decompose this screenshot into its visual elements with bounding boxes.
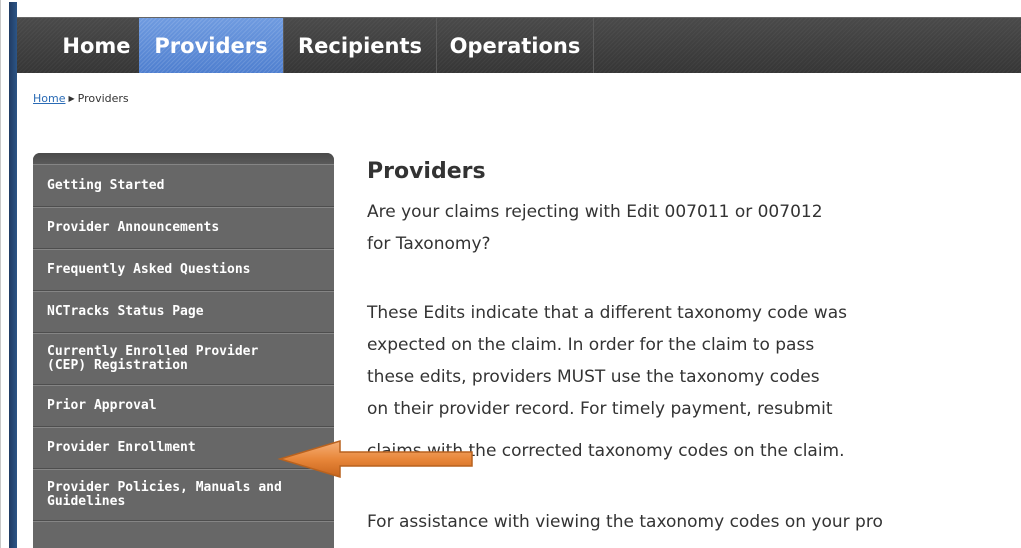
- nav-recipients[interactable]: Recipients: [284, 18, 437, 73]
- breadcrumb-home-link[interactable]: Home: [33, 92, 65, 105]
- sidebar-item-getting-started[interactable]: Getting Started: [33, 164, 334, 207]
- sidebar-item-cep-registration[interactable]: Currently Enrolled Provider (CEP) Regist…: [33, 333, 334, 385]
- page: Home Providers Recipients Operations Hom…: [0, 0, 1021, 548]
- sidebar-item-status-page[interactable]: NCTracks Status Page: [33, 291, 334, 333]
- sidebar-item-prior-approval[interactable]: Prior Approval: [33, 385, 334, 427]
- sidebar-item-label-line1: Provider Policies, Manuals and: [47, 480, 282, 495]
- sidebar-item-label-line2: (CEP) Registration: [47, 358, 188, 373]
- sidebar-item-label: NCTracks Status Page: [47, 304, 204, 319]
- sidebar-item-label-line1: Currently Enrolled Provider: [47, 344, 259, 359]
- sidebar-header-cap: [33, 153, 334, 164]
- sidebar-item-label: Getting Started: [47, 177, 165, 193]
- paragraph-3-line-1: For assistance with viewing the taxonomy…: [367, 512, 883, 532]
- sidebar-item-label: Provider Policies, Manuals and Guideline…: [47, 481, 282, 509]
- window-edge: [0, 0, 8, 548]
- sidebar-item-faq[interactable]: Frequently Asked Questions: [33, 249, 334, 291]
- paragraph-1-line-1: Are your claims rejecting with Edit 0070…: [367, 202, 823, 222]
- breadcrumb: Home ▶ Providers: [33, 92, 129, 105]
- sidebar-item-label: Provider Announcements: [47, 220, 220, 235]
- sidebar-item-label: Currently Enrolled Provider (CEP) Regist…: [47, 345, 258, 373]
- sidebar-menu: Getting Started Provider Announcements F…: [33, 153, 334, 548]
- left-accent-bar: [9, 2, 17, 548]
- sidebar-item-provider-announcements[interactable]: Provider Announcements: [33, 207, 334, 249]
- sidebar-item-next[interactable]: [33, 521, 334, 548]
- top-navigation: Home Providers Recipients Operations: [17, 17, 1021, 73]
- page-title: Providers: [367, 159, 486, 184]
- breadcrumb-separator-icon: ▶: [68, 94, 75, 103]
- sidebar-item-label: Frequently Asked Questions: [47, 262, 251, 277]
- paragraph-1-line-2: for Taxonomy?: [367, 234, 491, 254]
- sidebar-item-label: Prior Approval: [47, 398, 157, 413]
- paragraph-2-line-4: on their provider record. For timely pay…: [367, 399, 833, 419]
- sidebar-item-label-line2: Guidelines: [47, 494, 126, 509]
- breadcrumb-current: Providers: [77, 92, 129, 105]
- nav-providers[interactable]: Providers: [139, 18, 284, 73]
- sidebar-item-label: Provider Enrollment: [47, 440, 196, 455]
- arrow-annotation-icon: [277, 439, 473, 479]
- paragraph-2-line-1: These Edits indicate that a different ta…: [367, 303, 847, 323]
- paragraph-2-line-2: expected on the claim. In order for the …: [367, 335, 815, 355]
- paragraph-2-line-3: these edits, providers MUST use the taxo…: [367, 367, 820, 387]
- nav-operations[interactable]: Operations: [437, 18, 594, 73]
